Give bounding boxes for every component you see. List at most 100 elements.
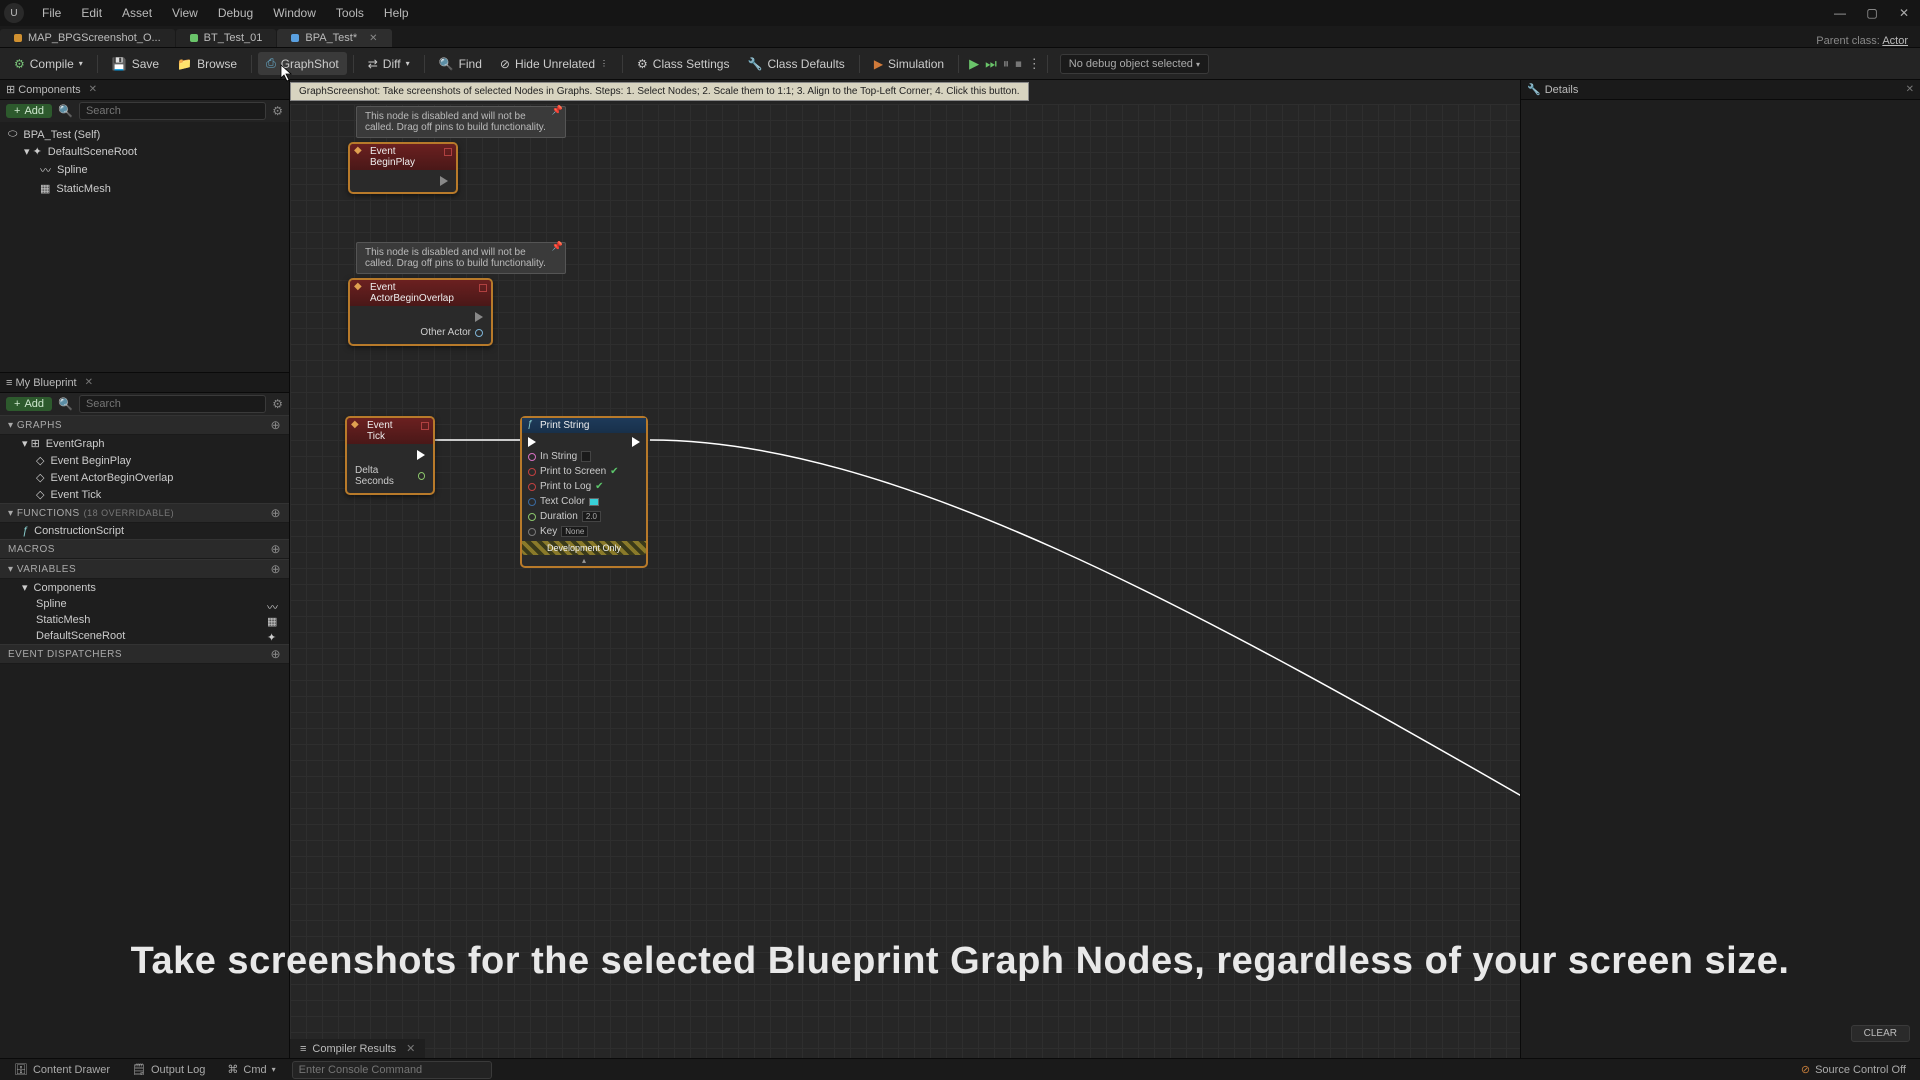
tree-row[interactable]: 〰 Spline — [0, 160, 289, 180]
exec-output-pin[interactable] — [440, 176, 448, 186]
components-search-input[interactable] — [79, 102, 266, 120]
myblueprint-search-input[interactable] — [79, 395, 266, 413]
checkbox-checked-icon[interactable]: ✔ — [595, 481, 603, 492]
menu-window[interactable]: Window — [263, 6, 326, 20]
data-input-pin[interactable] — [528, 483, 536, 491]
menu-debug[interactable]: Debug — [208, 6, 263, 20]
tab-map[interactable]: MAP_BPGScreenshot_O... — [0, 29, 175, 47]
data-output-pin[interactable] — [475, 329, 483, 337]
console-command-input[interactable] — [292, 1061, 492, 1079]
color-swatch[interactable] — [589, 498, 599, 506]
content-drawer-button[interactable]: 🗄Content Drawer — [8, 1061, 116, 1078]
components-tab[interactable]: ⊞ Components✕ — [0, 80, 289, 100]
simulation-button[interactable]: ▶Simulation — [866, 53, 952, 75]
tree-row[interactable]: ⬭ BPA_Test (Self) — [0, 126, 289, 143]
menu-help[interactable]: Help — [374, 6, 419, 20]
add-dispatcher-button[interactable]: ⊕ — [270, 647, 281, 661]
list-item[interactable]: ▾ ⊞ EventGraph — [0, 435, 289, 452]
delegate-pin[interactable] — [444, 148, 452, 156]
tree-row[interactable]: ▦ StaticMesh — [0, 180, 289, 197]
event-tick-node[interactable]: ◆Event Tick Delta Seconds — [345, 416, 435, 495]
menu-edit[interactable]: Edit — [71, 6, 112, 20]
data-input-pin[interactable] — [528, 513, 536, 521]
class-settings-button[interactable]: ⚙Class Settings — [629, 53, 737, 75]
window-minimize-button[interactable]: — — [1824, 3, 1856, 23]
collapse-icon[interactable]: ▴ — [522, 555, 646, 566]
compile-button[interactable]: ⚙Compile▾ — [6, 53, 91, 75]
add-variable-button[interactable]: ⊕ — [270, 562, 281, 576]
play-step-button[interactable]: ⏭ — [985, 56, 997, 72]
menu-file[interactable]: File — [32, 6, 71, 20]
add-graph-button[interactable]: ⊕ — [270, 418, 281, 432]
window-close-button[interactable]: ✕ — [1888, 3, 1920, 23]
data-input-pin[interactable] — [528, 468, 536, 476]
category-variables[interactable]: ▾ VARIABLES⊕ — [0, 559, 289, 579]
list-item[interactable]: StaticMesh▦ — [0, 612, 289, 628]
data-input-pin[interactable] — [528, 453, 536, 461]
gear-icon[interactable]: ⚙ — [272, 104, 283, 118]
source-control-button[interactable]: ⊘Source Control Off — [1795, 1061, 1912, 1078]
data-input-pin[interactable] — [528, 528, 536, 536]
myblueprint-tab[interactable]: ≡ My Blueprint✕ — [0, 373, 289, 393]
tree-row[interactable]: ▾ ✦ DefaultSceneRoot — [0, 143, 289, 160]
list-item[interactable]: ◇ Event ActorBeginOverlap — [0, 469, 289, 486]
exec-output-pin[interactable] — [475, 312, 483, 322]
data-input-pin[interactable] — [528, 498, 536, 506]
exec-input-pin[interactable] — [528, 437, 536, 447]
stop-button[interactable]: ⏹ — [1015, 56, 1022, 72]
delegate-pin[interactable] — [479, 284, 487, 292]
list-item[interactable]: DefaultSceneRoot✦ — [0, 628, 289, 644]
class-defaults-button[interactable]: 🔧Class Defaults — [739, 53, 852, 75]
menu-tools[interactable]: Tools — [326, 6, 374, 20]
event-actorbeginoverlap-node[interactable]: ◆Event ActorBeginOverlap Other Actor — [348, 278, 493, 346]
list-item[interactable]: ƒ ConstructionScript — [0, 523, 289, 539]
clear-button[interactable]: CLEAR — [1851, 1025, 1910, 1042]
close-icon[interactable]: ✕ — [1906, 84, 1914, 95]
close-icon[interactable]: ✕ — [89, 84, 97, 95]
cmd-dropdown[interactable]: ⌘Cmd ▾ — [221, 1061, 281, 1078]
list-item[interactable]: Spline〰 — [0, 596, 289, 612]
play-options-button[interactable]: ⋮ — [1028, 56, 1041, 72]
tab-bt[interactable]: BT_Test_01 — [176, 29, 277, 47]
window-maximize-button[interactable]: ▢ — [1856, 3, 1888, 23]
parent-class-link[interactable]: Actor — [1882, 35, 1908, 47]
list-item[interactable]: ◇ Event BeginPlay — [0, 452, 289, 469]
graphshot-button[interactable]: ⎙GraphShot — [258, 52, 347, 75]
exec-output-pin[interactable] — [632, 437, 640, 447]
add-function-button[interactable]: ⊕ — [270, 506, 281, 520]
list-item[interactable]: ▾ Components — [0, 579, 289, 596]
pin-value[interactable]: None — [561, 526, 588, 537]
close-icon[interactable]: ✕ — [369, 33, 377, 44]
diff-button[interactable]: ⇄Diff▾ — [360, 53, 418, 75]
play-button[interactable]: ▶ — [969, 56, 979, 72]
category-functions[interactable]: ▾ FUNCTIONS(18 OVERRIDABLE)⊕ — [0, 503, 289, 523]
gear-icon[interactable]: ⚙ — [272, 397, 283, 411]
pause-button[interactable]: ⏸ — [1003, 56, 1010, 72]
event-beginplay-node[interactable]: ◆Event BeginPlay — [348, 142, 458, 194]
details-tab[interactable]: 🔧Details✕ — [1521, 80, 1920, 100]
hide-unrelated-button[interactable]: ⊘Hide Unrelated⋮ — [492, 53, 616, 75]
compiler-results-tab[interactable]: ≡Compiler Results✕ — [290, 1039, 425, 1058]
list-item[interactable]: ◇ Event Tick — [0, 486, 289, 503]
category-macros[interactable]: MACROS⊕ — [0, 539, 289, 559]
checkbox-checked-icon[interactable]: ✔ — [610, 466, 618, 477]
close-icon[interactable]: ✕ — [406, 1042, 415, 1055]
delegate-pin[interactable] — [421, 422, 429, 430]
category-graphs[interactable]: ▾ GRAPHS⊕ — [0, 415, 289, 435]
add-macro-button[interactable]: ⊕ — [270, 542, 281, 556]
exec-output-pin[interactable] — [417, 450, 425, 460]
menu-view[interactable]: View — [162, 6, 208, 20]
category-dispatchers[interactable]: EVENT DISPATCHERS⊕ — [0, 644, 289, 664]
debug-object-select[interactable]: No debug object selected ▾ — [1060, 54, 1209, 74]
pin-value[interactable] — [581, 451, 591, 462]
save-button[interactable]: 💾Save — [104, 53, 167, 75]
print-string-node[interactable]: Print String In String Print to Screen ✔… — [520, 416, 648, 568]
data-output-pin[interactable] — [418, 472, 425, 480]
pin-value[interactable]: 2.0 — [582, 511, 601, 522]
menu-asset[interactable]: Asset — [112, 6, 162, 20]
browse-button[interactable]: 📁Browse — [169, 53, 245, 75]
find-button[interactable]: 🔍Find — [431, 53, 490, 75]
close-icon[interactable]: ✕ — [85, 377, 93, 388]
tab-bpa[interactable]: BPA_Test*✕ — [277, 29, 391, 47]
add-component-button[interactable]: + Add — [6, 104, 52, 118]
